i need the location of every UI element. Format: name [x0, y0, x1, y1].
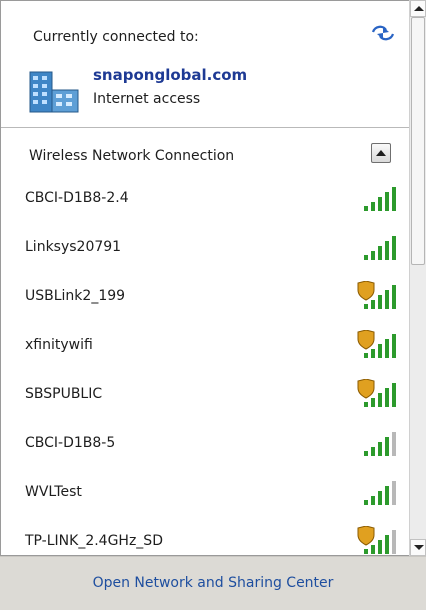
network-name: USBLink2_199 [25, 288, 126, 304]
security-shield-icon [357, 281, 375, 301]
network-item[interactable]: SBSPUBLIC [1, 371, 409, 420]
signal-strength-icon [364, 187, 396, 211]
secured-signal-strength-icon [357, 281, 396, 309]
security-shield-icon [357, 330, 375, 350]
network-item[interactable]: CBCI-D1B8-2.4 [1, 175, 409, 224]
network-item[interactable]: Linksys20791 [1, 224, 409, 273]
scroll-down-arrow-icon[interactable] [410, 539, 426, 556]
scrollbar-thumb[interactable] [411, 17, 425, 265]
connected-heading: Currently connected to: [33, 29, 199, 45]
vertical-scrollbar[interactable] [409, 0, 426, 556]
network-name: CBCI-D1B8-5 [25, 435, 116, 451]
wireless-section-title: Wireless Network Connection [29, 148, 235, 164]
network-name: WVLTest [25, 484, 82, 500]
network-flyout-panel: Currently connected to: snaponglobal.com… [0, 0, 409, 556]
scroll-up-arrow-icon[interactable] [410, 0, 426, 17]
network-name: Linksys20791 [25, 239, 122, 255]
security-shield-icon [357, 379, 375, 399]
security-shield-icon [357, 526, 375, 546]
secured-signal-strength-icon [357, 330, 396, 358]
signal-strength-icon [364, 236, 396, 260]
open-network-sharing-center-link[interactable]: Open Network and Sharing Center [0, 575, 426, 591]
network-name: TP-LINK_2.4GHz_SD [25, 533, 163, 549]
secured-signal-strength-icon [357, 526, 396, 554]
network-item[interactable]: xfinitywifi [1, 322, 409, 371]
network-item[interactable]: USBLink2_199 [1, 273, 409, 322]
domain-network-icon [29, 71, 79, 113]
refresh-arrows-icon[interactable] [370, 23, 396, 43]
network-item[interactable]: WVLTest [1, 469, 409, 518]
connected-network-name: snaponglobal.com [93, 66, 248, 84]
connected-section: Currently connected to: snaponglobal.com… [1, 1, 409, 128]
network-name: CBCI-D1B8-2.4 [25, 190, 129, 206]
network-item[interactable]: TP-LINK_2.4GHz_SD [1, 518, 409, 555]
connected-network-status: Internet access [93, 91, 201, 107]
signal-strength-icon [364, 481, 396, 505]
signal-strength-icon [364, 432, 396, 456]
network-item[interactable]: CBCI-D1B8-5 [1, 420, 409, 469]
network-name: SBSPUBLIC [25, 386, 103, 402]
secured-signal-strength-icon [357, 379, 396, 407]
network-name: xfinitywifi [25, 337, 93, 353]
collapse-section-button[interactable] [371, 143, 391, 163]
footer-bar: Open Network and Sharing Center [0, 556, 426, 610]
